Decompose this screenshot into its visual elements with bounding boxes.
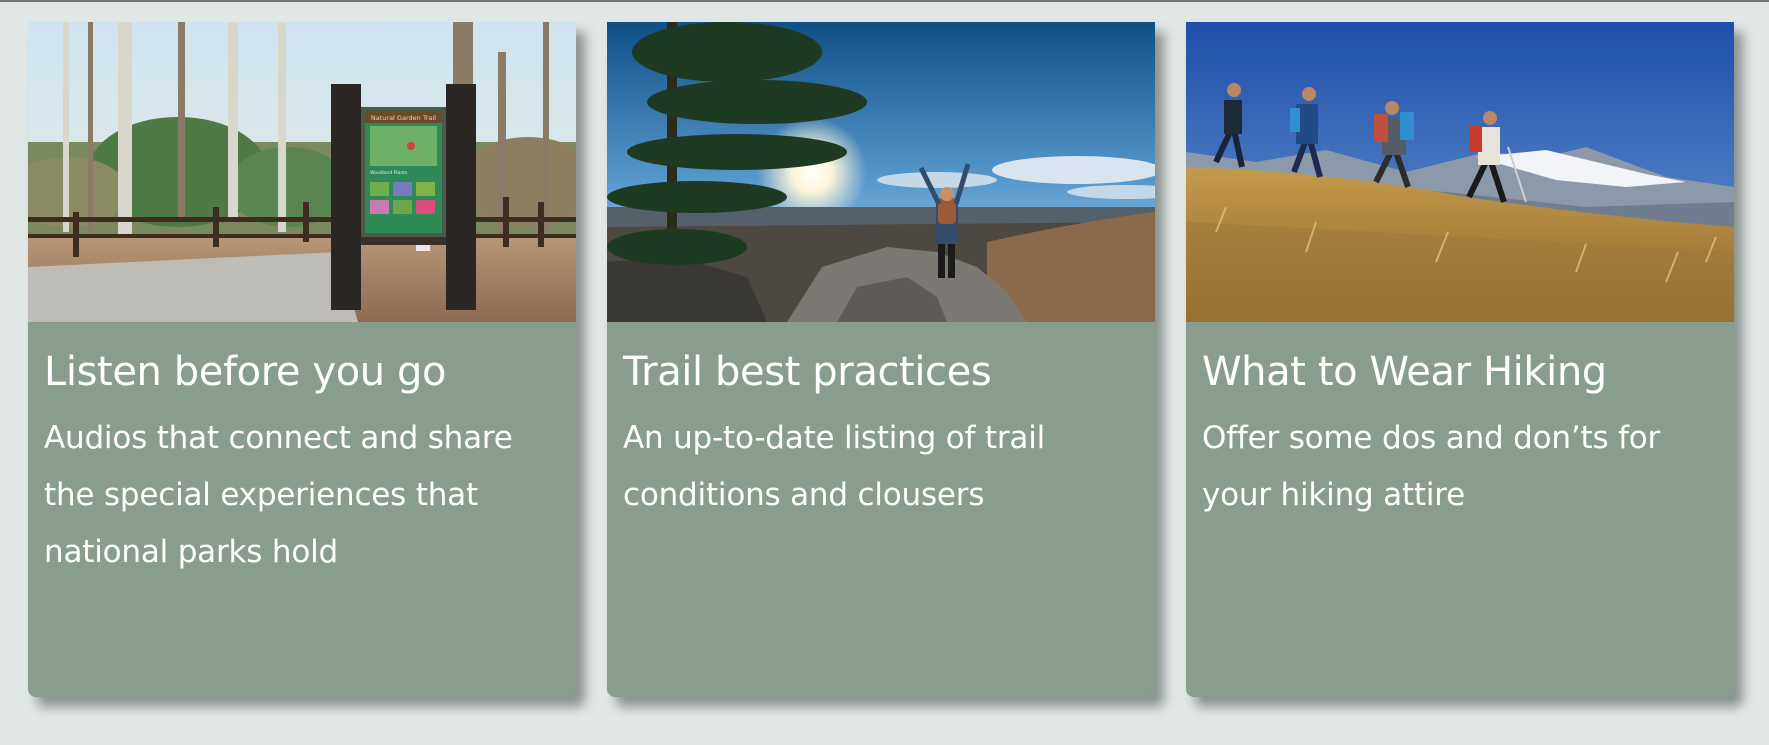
card-title[interactable]: What to Wear Hiking xyxy=(1202,348,1718,396)
card-body: Listen before you go Audios that connect… xyxy=(28,322,576,581)
card-grid: Natural Garden Trail Woodland Plants Lis… xyxy=(28,22,1734,697)
card-trail-best-practices[interactable]: Trail best practices An up-to-date listi… xyxy=(607,22,1155,697)
hikers-ridge-photo xyxy=(1186,22,1734,322)
sign-title-text: Natural Garden Trail xyxy=(371,114,436,122)
card-description: Offer some dos and don’ts for your hikin… xyxy=(1202,420,1661,513)
trail-sign-photo: Natural Garden Trail Woodland Plants xyxy=(28,22,576,322)
card-body: What to Wear Hiking Offer some dos and d… xyxy=(1186,322,1734,524)
card-title[interactable]: Listen before you go xyxy=(44,348,560,396)
card-what-to-wear-hiking[interactable]: What to Wear Hiking Offer some dos and d… xyxy=(1186,22,1734,697)
card-description: Audios that connect and share the specia… xyxy=(44,420,513,570)
card-body: Trail best practices An up-to-date listi… xyxy=(607,322,1155,524)
sign-subtitle-text: Woodland Plants xyxy=(370,170,408,176)
card-title[interactable]: Trail best practices xyxy=(623,348,1139,396)
card-description: An up-to-date listing of trail condition… xyxy=(623,420,1046,513)
top-divider xyxy=(0,0,1769,2)
card-listen-before-you-go[interactable]: Natural Garden Trail Woodland Plants Lis… xyxy=(28,22,576,697)
hiker-overlook-photo xyxy=(607,22,1155,322)
